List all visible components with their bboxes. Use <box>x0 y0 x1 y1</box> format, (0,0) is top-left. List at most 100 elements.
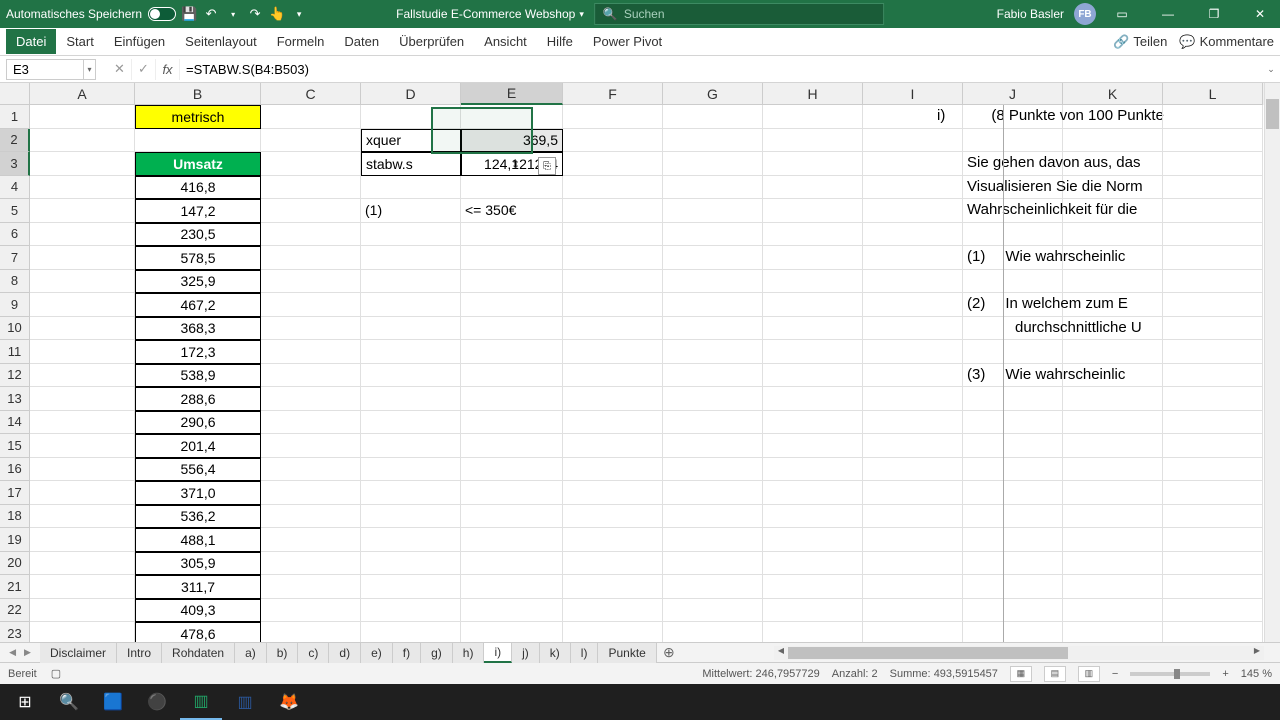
cell-H19[interactable] <box>763 528 863 552</box>
cell-E6[interactable] <box>461 223 563 247</box>
cell-D4[interactable] <box>361 176 461 200</box>
cell-D9[interactable] <box>361 293 461 317</box>
cell-D10[interactable] <box>361 317 461 341</box>
cell-L11[interactable] <box>1163 340 1263 364</box>
row-header-18[interactable]: 18 <box>0 505 30 529</box>
cell-E1[interactable] <box>461 105 563 129</box>
cell-F13[interactable] <box>563 387 663 411</box>
cell-A1[interactable] <box>30 105 135 129</box>
cell-H15[interactable] <box>763 434 863 458</box>
cell-G23[interactable] <box>663 622 763 642</box>
cell-A18[interactable] <box>30 505 135 529</box>
cell-I18[interactable] <box>863 505 963 529</box>
cell-G19[interactable] <box>663 528 763 552</box>
cell-B2[interactable] <box>135 129 261 153</box>
cell-H10[interactable] <box>763 317 863 341</box>
cell-G8[interactable] <box>663 270 763 294</box>
cell-B13[interactable]: 288,6 <box>135 387 261 411</box>
cell-I13[interactable] <box>863 387 963 411</box>
cell-F22[interactable] <box>563 599 663 623</box>
col-header-I[interactable]: I <box>863 83 963 105</box>
cell-A19[interactable] <box>30 528 135 552</box>
cell-I21[interactable] <box>863 575 963 599</box>
cell-L21[interactable] <box>1163 575 1263 599</box>
col-header-J[interactable]: J <box>963 83 1063 105</box>
cell-A2[interactable] <box>30 129 135 153</box>
add-sheet-button[interactable]: ⊕ <box>657 644 681 661</box>
row-header-22[interactable]: 22 <box>0 599 30 623</box>
cell-C10[interactable] <box>261 317 361 341</box>
cell-E19[interactable] <box>461 528 563 552</box>
cell-H21[interactable] <box>763 575 863 599</box>
cell-H3[interactable] <box>763 152 863 176</box>
cell-A15[interactable] <box>30 434 135 458</box>
row-header-17[interactable]: 17 <box>0 481 30 505</box>
cell-E16[interactable] <box>461 458 563 482</box>
tab-nav-buttons[interactable]: ◀▶ <box>0 647 40 658</box>
cell-F4[interactable] <box>563 176 663 200</box>
cell-G5[interactable] <box>663 199 763 223</box>
cell-D22[interactable] <box>361 599 461 623</box>
cell-J11[interactable] <box>963 340 1063 364</box>
search-input[interactable]: 🔍 Suchen <box>594 3 884 25</box>
cell-G15[interactable] <box>663 434 763 458</box>
cell-A22[interactable] <box>30 599 135 623</box>
sheet-tab-k[interactable]: k) <box>540 643 571 663</box>
col-header-E[interactable]: E <box>461 83 563 105</box>
cell-C22[interactable] <box>261 599 361 623</box>
cell-J3[interactable]: Sie gehen davon aus, das <box>963 152 1063 176</box>
cell-K13[interactable] <box>1063 387 1163 411</box>
namebox-dropdown[interactable]: ▾ <box>84 59 96 80</box>
cell-F7[interactable] <box>563 246 663 270</box>
cell-I12[interactable] <box>863 364 963 388</box>
cell-F23[interactable] <box>563 622 663 642</box>
cell-C21[interactable] <box>261 575 361 599</box>
col-header-L[interactable]: L <box>1163 83 1263 105</box>
cell-J12[interactable]: (3)Wie wahrscheinlic <box>963 364 1063 388</box>
cell-D18[interactable] <box>361 505 461 529</box>
cell-H23[interactable] <box>763 622 863 642</box>
cell-H5[interactable] <box>763 199 863 223</box>
cell-J22[interactable] <box>963 599 1063 623</box>
cell-A20[interactable] <box>30 552 135 576</box>
qat-customize-icon[interactable]: ▾ <box>290 5 308 23</box>
cell-C12[interactable] <box>261 364 361 388</box>
cell-E17[interactable] <box>461 481 563 505</box>
cell-E12[interactable] <box>461 364 563 388</box>
cell-D5[interactable]: (1) <box>361 199 461 223</box>
cell-E15[interactable] <box>461 434 563 458</box>
cell-L14[interactable] <box>1163 411 1263 435</box>
cell-I15[interactable] <box>863 434 963 458</box>
cell-G2[interactable] <box>663 129 763 153</box>
cell-D15[interactable] <box>361 434 461 458</box>
ribbon-display-icon[interactable]: ▭ <box>1102 0 1142 28</box>
cell-D19[interactable] <box>361 528 461 552</box>
row-header-5[interactable]: 5 <box>0 199 30 223</box>
cell-C18[interactable] <box>261 505 361 529</box>
tab-daten[interactable]: Daten <box>334 29 389 54</box>
cell-A13[interactable] <box>30 387 135 411</box>
cell-L5[interactable] <box>1163 199 1263 223</box>
user-name[interactable]: Fabio Basler <box>997 7 1064 21</box>
cell-B4[interactable]: 416,8 <box>135 176 261 200</box>
cell-A8[interactable] <box>30 270 135 294</box>
cell-K8[interactable] <box>1063 270 1163 294</box>
tab-datei[interactable]: Datei <box>6 29 56 54</box>
row-header-2[interactable]: 2 <box>0 129 30 153</box>
cell-G16[interactable] <box>663 458 763 482</box>
cell-C8[interactable] <box>261 270 361 294</box>
cell-D8[interactable] <box>361 270 461 294</box>
cell-J9[interactable]: (2)In welchem zum E <box>963 293 1063 317</box>
cell-K23[interactable] <box>1063 622 1163 642</box>
col-header-F[interactable]: F <box>563 83 663 105</box>
taskbar-excel-icon[interactable]: ▥ <box>180 684 222 720</box>
cell-G12[interactable] <box>663 364 763 388</box>
cell-D1[interactable] <box>361 105 461 129</box>
row-header-16[interactable]: 16 <box>0 458 30 482</box>
cell-L17[interactable] <box>1163 481 1263 505</box>
cell-I19[interactable] <box>863 528 963 552</box>
row-header-7[interactable]: 7 <box>0 246 30 270</box>
view-page-layout-icon[interactable]: ▤ <box>1044 666 1066 682</box>
cell-I3[interactable] <box>863 152 963 176</box>
cell-F11[interactable] <box>563 340 663 364</box>
